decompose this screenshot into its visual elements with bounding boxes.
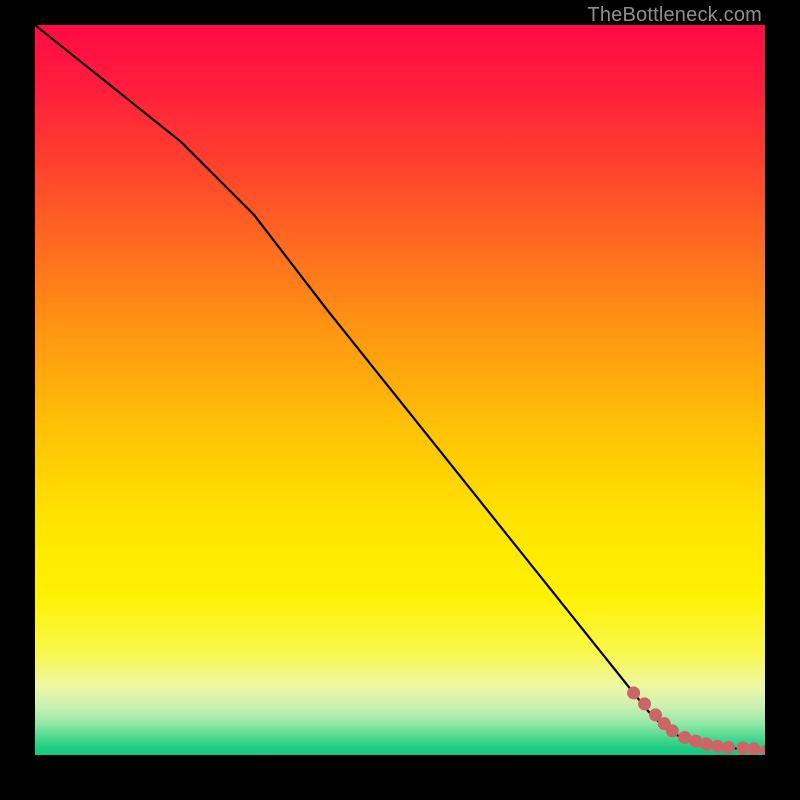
marker-point	[666, 724, 679, 737]
marker-point	[748, 742, 761, 755]
chart-svg	[35, 25, 765, 755]
watermark-text: TheBottleneck.com	[587, 4, 762, 27]
gradient-background	[35, 25, 765, 755]
marker-point	[689, 735, 702, 748]
marker-point	[638, 697, 651, 710]
marker-point	[700, 738, 713, 751]
marker-point	[627, 686, 640, 699]
chart-frame: TheBottleneck.com	[0, 0, 800, 800]
plot-area	[35, 25, 765, 755]
marker-point	[722, 741, 735, 754]
